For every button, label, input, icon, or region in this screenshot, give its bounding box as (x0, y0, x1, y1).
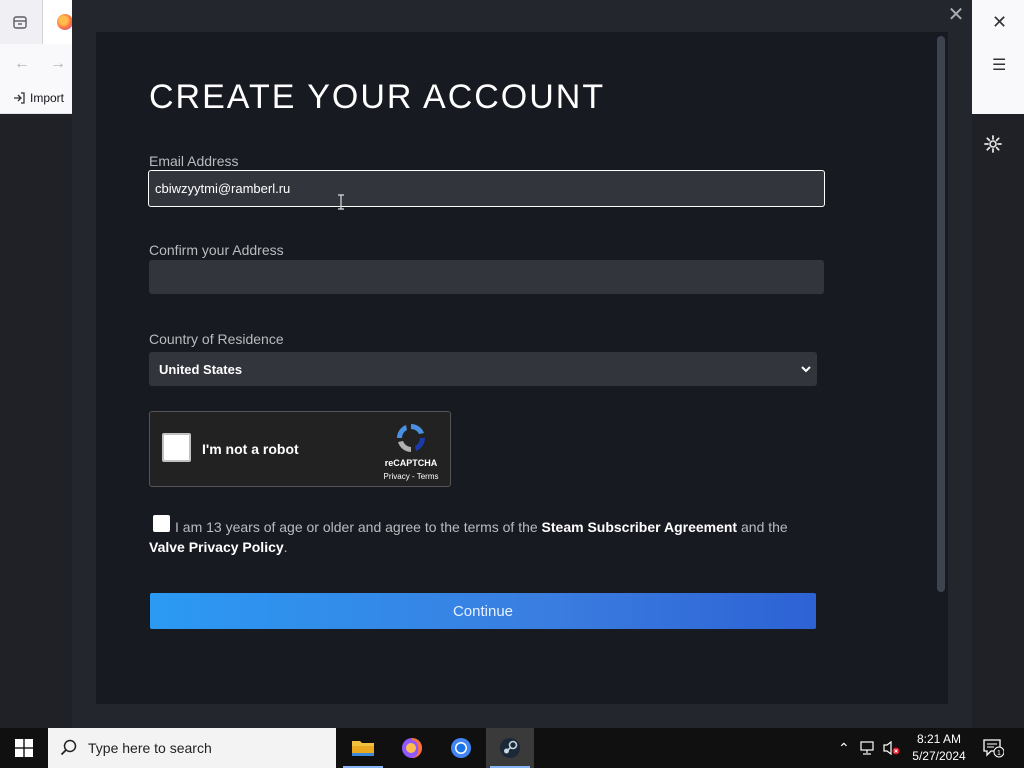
country-select[interactable]: United States (149, 352, 817, 386)
dialog-scrollbar[interactable] (937, 36, 945, 592)
chrome-taskbar-button[interactable] (437, 728, 485, 768)
clock-time: 8:21 AM (916, 732, 962, 746)
windows-logo-icon (15, 739, 33, 757)
file-explorer-button[interactable] (339, 728, 387, 768)
firefox-tab-icon (57, 14, 73, 30)
back-arrow-icon[interactable]: ← (14, 56, 30, 72)
confirm-email-label: Confirm your Address (149, 242, 284, 258)
steam-taskbar-button[interactable] (486, 728, 534, 768)
firefox-icon (402, 738, 422, 758)
import-bookmarks-button[interactable]: Import (12, 91, 64, 105)
notification-count: 1 (997, 750, 1001, 757)
text-cursor-icon (337, 194, 345, 210)
network-icon[interactable] (858, 740, 876, 756)
volume-muted-icon[interactable] (882, 740, 902, 756)
chrome-icon (451, 738, 471, 758)
country-label: Country of Residence (149, 331, 284, 347)
import-bookmarks-label: Import (30, 91, 65, 105)
system-tray: ⌃ (838, 728, 902, 768)
taskbar-search-placeholder: Type here to search (88, 740, 212, 756)
email-label: Email Address (149, 153, 239, 169)
recaptcha-logo-icon (397, 424, 425, 452)
recaptcha-widget: I'm not a robot reCAPTCHA Privacy - Term… (149, 411, 451, 487)
chevron-down-icon (801, 366, 811, 373)
dialog-close-icon[interactable]: ✕ (946, 5, 966, 25)
clock-date: 5/27/2024 (912, 749, 966, 763)
email-field[interactable] (148, 170, 825, 207)
steam-icon (500, 738, 520, 758)
chevron-up-icon[interactable]: ⌃ (838, 740, 850, 757)
agreement-prefix: I am 13 years of age or older and agree … (175, 519, 538, 535)
recaptcha-privacy-terms-links[interactable]: Privacy - Terms (376, 472, 446, 481)
steam-subscriber-agreement-link[interactable]: Steam Subscriber Agreement (542, 519, 738, 535)
folder-icon (352, 741, 374, 756)
taskbar-search[interactable]: Type here to search (48, 728, 336, 768)
confirm-email-field[interactable] (149, 260, 824, 294)
country-selected-value: United States (159, 361, 243, 377)
taskbar: Type here to search ⌃ 8:21 AM 5/27/2024 (0, 728, 1024, 768)
agreement-suffix: . (283, 539, 288, 555)
agreement-text: I am 13 years of age or older and agree … (149, 517, 819, 557)
page-title: CREATE YOUR ACCOUNT (149, 78, 606, 116)
recaptcha-brand: reCAPTCHA (384, 458, 438, 468)
menu-icon[interactable]: ☰ (992, 55, 1006, 75)
notification-icon[interactable]: 1 (982, 738, 1004, 758)
agreement-middle: and the (741, 519, 788, 535)
recaptcha-label: I'm not a robot (202, 441, 299, 457)
search-icon (60, 739, 77, 756)
start-button[interactable] (0, 728, 48, 768)
tab-overview-icon[interactable] (12, 14, 28, 34)
forward-arrow-icon[interactable]: → (50, 56, 66, 72)
gear-icon[interactable] (983, 134, 1003, 154)
taskbar-clock[interactable]: 8:21 AM 5/27/2024 (908, 731, 970, 765)
window-close-icon[interactable]: ✕ (992, 12, 1007, 33)
import-icon (14, 92, 25, 104)
firefox-taskbar-button[interactable] (388, 728, 436, 768)
valve-privacy-policy-link[interactable]: Valve Privacy Policy (149, 539, 284, 555)
recaptcha-checkbox[interactable] (162, 433, 191, 462)
continue-button[interactable]: Continue (150, 593, 816, 629)
